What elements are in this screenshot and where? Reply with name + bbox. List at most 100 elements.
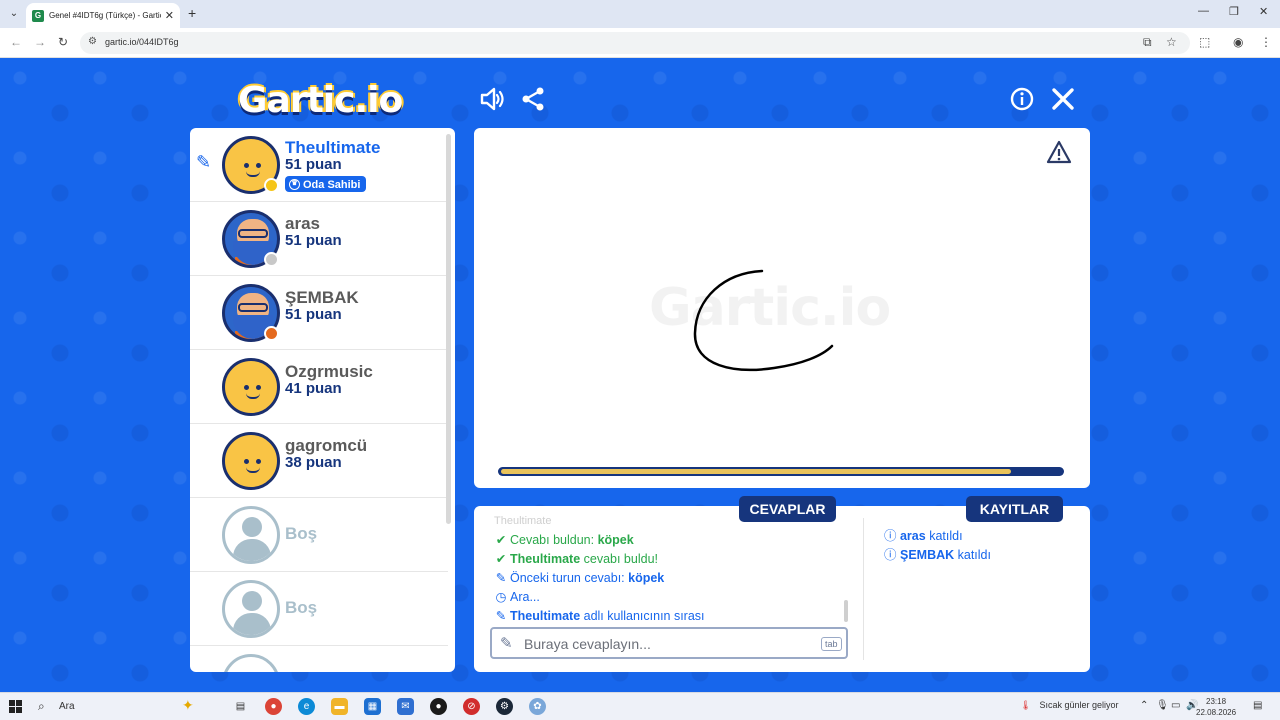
gartic-favicon-icon: G xyxy=(32,9,44,22)
chrome-icon[interactable]: ● xyxy=(265,698,282,715)
player-name: ŞEMBAK xyxy=(285,288,359,307)
log-message: ⓘ ŞEMBAK katıldı xyxy=(884,548,991,562)
answers-scrollbar[interactable] xyxy=(844,600,848,622)
file-explorer-icon[interactable]: ▬ xyxy=(331,698,348,715)
player-row[interactable]: ŞEMBAK 51 puan xyxy=(190,276,448,350)
check-icon: ✔ xyxy=(495,552,507,566)
forward-icon[interactable]: → xyxy=(34,35,46,49)
empty-slot: Boş xyxy=(190,572,448,646)
player-score: 38 puan xyxy=(285,454,342,471)
sound-icon[interactable] xyxy=(478,86,506,114)
settings-app-icon[interactable]: ✿ xyxy=(529,698,546,715)
profile-icon[interactable]: ◉ xyxy=(1233,35,1243,49)
tab-title: Genel #4IDT6g (Türkçe) - Gartic xyxy=(49,11,161,20)
player-row[interactable]: ✎ Theultimate 51 puan ♛ Oda Sahibi xyxy=(190,128,448,202)
empty-slot-label: Boş xyxy=(285,598,318,617)
status-dot xyxy=(264,252,279,267)
search-icon: ⌕ xyxy=(38,699,45,713)
opera-icon[interactable]: ⊘ xyxy=(463,698,480,715)
windows-taskbar: ⌕ Ara ✦ ▤ ● e ▬ ▦ ✉ ● ⊘ ⚙ ✿ 🌡 Sıcak günle… xyxy=(0,692,1280,720)
share-icon[interactable] xyxy=(519,86,547,114)
player-score: 51 puan xyxy=(285,306,342,323)
empty-slot xyxy=(190,646,448,672)
answer-placeholder: Buraya cevaplayın... xyxy=(524,636,651,652)
players-scrollbar[interactable] xyxy=(446,134,451,524)
empty-slot-label: Boş xyxy=(285,524,318,543)
mail-icon[interactable]: ✉ xyxy=(397,698,414,715)
gartic-logo[interactable]: Gartic.io xyxy=(238,78,403,122)
network-icon[interactable]: ▭ xyxy=(1171,700,1180,711)
weather-widget[interactable]: 🌡 Sıcak günler geliyor xyxy=(1020,700,1118,711)
owner-badge: ♛ Oda Sahibi xyxy=(285,176,367,192)
player-name: aras xyxy=(285,214,320,233)
edge-icon[interactable]: e xyxy=(298,698,315,715)
empty-slot: Boş xyxy=(190,498,448,572)
new-tab-icon[interactable]: + xyxy=(188,5,196,21)
player-score: 51 puan xyxy=(285,232,342,249)
answer-message: ✔ Theultimate cevabı buldu! xyxy=(495,552,658,566)
player-name: Ozgrmusic xyxy=(285,362,373,381)
close-game-icon[interactable] xyxy=(1049,86,1077,114)
drawing-pencil-icon: ✎ xyxy=(196,152,212,172)
browser-tab[interactable]: G Genel #4IDT6g (Türkçe) - Gartic ✕ xyxy=(26,3,180,28)
player-score: 41 puan xyxy=(285,380,342,397)
store-icon[interactable]: ▦ xyxy=(364,698,381,715)
task-view-icon[interactable]: ▤ xyxy=(232,698,249,715)
back-icon[interactable]: ← xyxy=(10,35,22,49)
answer-message: ◷ Ara... xyxy=(495,590,540,604)
player-score: 51 puan xyxy=(285,156,342,173)
avatar xyxy=(222,358,280,416)
search-highlight-icon: ✦ xyxy=(182,697,194,713)
drawing-canvas[interactable]: Gartic.io xyxy=(474,128,1090,488)
site-info-icon[interactable]: ⚙ xyxy=(88,36,97,47)
cast-icon[interactable]: ⧉ xyxy=(1143,35,1152,50)
answer-message: ✔ Cevabı buldun: köpek xyxy=(495,533,634,547)
info-icon: ⓘ xyxy=(884,548,900,562)
players-list: ✎ Theultimate 51 puan ♛ Oda Sahibi aras 5… xyxy=(190,128,455,672)
reload-icon[interactable]: ↻ xyxy=(58,35,68,49)
drawn-stroke xyxy=(693,269,834,372)
bookmark-star-icon[interactable]: ☆ xyxy=(1166,35,1177,49)
faded-message: Theultimate xyxy=(494,515,552,527)
clock-date: 22.08.2026 xyxy=(1196,708,1237,717)
player-name: gagromcü xyxy=(285,436,368,455)
tab-search-chevron-icon[interactable]: ⌄ xyxy=(6,6,22,22)
check-icon: ✔ xyxy=(495,533,507,547)
log-message: ⓘ aras katıldı xyxy=(884,529,963,543)
start-icon[interactable] xyxy=(9,700,22,713)
player-name: Theultimate xyxy=(285,138,381,157)
answer-message: ✎ Theultimate adlı kullanıcının sırası xyxy=(495,609,705,622)
browser-tabbar: ⌄ G Genel #4IDT6g (Türkçe) - Gartic ✕ + … xyxy=(0,0,1280,28)
player-row[interactable]: gagromcü 38 puan xyxy=(190,424,448,498)
crown-icon: ♛ xyxy=(289,179,300,190)
tab-key-hint: tab xyxy=(821,637,842,651)
status-dot xyxy=(264,326,279,341)
info-icon[interactable] xyxy=(1008,86,1036,114)
browser-menu-icon[interactable]: ⋮ xyxy=(1260,35,1272,49)
avatar xyxy=(222,432,280,490)
round-timer-bar xyxy=(498,467,1064,476)
close-window-icon[interactable]: ✕ xyxy=(1259,5,1268,18)
tab-logs[interactable]: KAYITLAR xyxy=(966,496,1063,522)
thermometer-icon: 🌡 xyxy=(1020,700,1032,710)
answer-message: ✎ Önceki turun cevabı: köpek xyxy=(495,571,665,585)
empty-avatar-icon xyxy=(222,580,280,638)
info-icon: ⓘ xyxy=(884,529,900,543)
microphone-icon[interactable]: 🎙 xyxy=(1156,700,1169,711)
minimize-icon[interactable]: — xyxy=(1198,5,1209,17)
tab-close-icon[interactable]: ✕ xyxy=(165,9,174,22)
notification-icon[interactable]: ▤ xyxy=(1253,700,1262,711)
answer-input[interactable]: ✎ Buraya cevaplayın... tab xyxy=(490,627,848,659)
restore-icon[interactable]: ❐ xyxy=(1229,5,1239,18)
tray-chevron-icon[interactable]: ⌃ xyxy=(1140,700,1148,711)
extensions-icon[interactable]: ⬚ xyxy=(1199,35,1210,49)
steam-icon[interactable]: ⚙ xyxy=(496,698,513,715)
status-dot xyxy=(264,178,279,193)
url-field[interactable]: ⚙ gartic.io/044IDT6g xyxy=(80,32,1190,54)
system-clock[interactable]: 23:18 22.08.2026 xyxy=(1196,696,1236,718)
player-row[interactable]: Ozgrmusic 41 puan xyxy=(190,350,448,424)
pencil-icon: ✎ xyxy=(495,571,507,585)
app-icon[interactable]: ● xyxy=(430,698,447,715)
taskbar-search[interactable]: ⌕ Ara ✦ xyxy=(32,697,222,717)
player-row[interactable]: aras 51 puan xyxy=(190,202,448,276)
